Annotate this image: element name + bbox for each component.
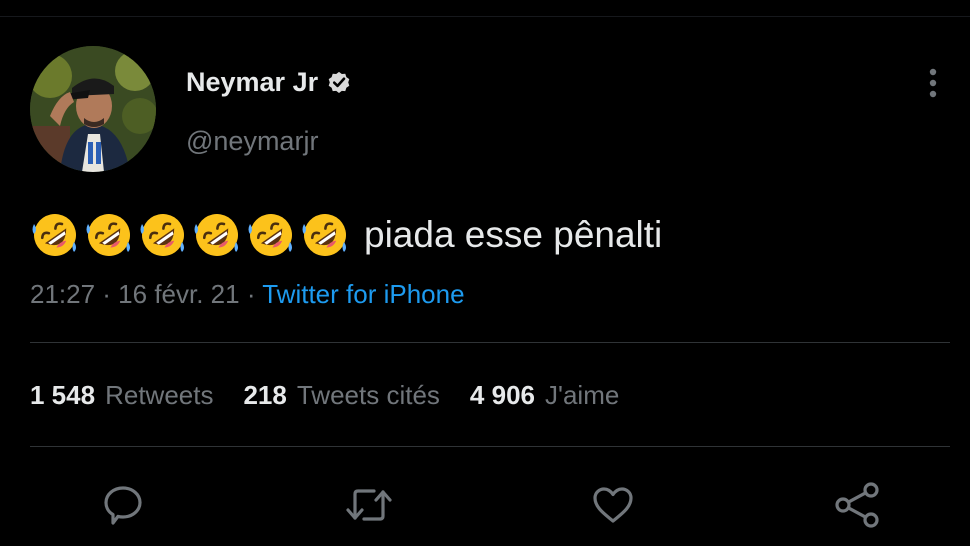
- avatar[interactable]: [30, 46, 156, 172]
- divider: [30, 342, 950, 343]
- tweet-source-link[interactable]: Twitter for iPhone: [262, 279, 464, 309]
- tweet-text: piada esse pênalti: [364, 214, 663, 255]
- comment-icon: [104, 486, 142, 525]
- tweet-body: piada esse pênalti: [30, 208, 662, 262]
- like-button[interactable]: [588, 480, 638, 530]
- retweets-count: 1 548: [30, 380, 96, 410]
- rofl-emoji-icon: [302, 214, 346, 256]
- top-divider: [0, 16, 970, 17]
- meta-separator: ·: [239, 279, 263, 309]
- quote-tweets-stat[interactable]: 218 Tweets cités: [243, 377, 439, 413]
- verified-badge-icon: [328, 71, 350, 93]
- share-icon: [835, 482, 879, 528]
- display-name[interactable]: Neymar Jr: [186, 64, 318, 100]
- likes-count: 4 906: [469, 380, 535, 410]
- retweets-label: Retweets: [105, 380, 214, 410]
- rofl-emoji-icon: [32, 214, 76, 256]
- rofl-emoji-icon: [248, 214, 292, 256]
- reply-button[interactable]: [98, 480, 148, 530]
- profile-photo-icon: [30, 46, 156, 172]
- rofl-emoji-icon: [140, 214, 184, 256]
- quote-tweets-count: 218: [243, 380, 287, 410]
- heart-icon: [593, 487, 633, 523]
- likes-stat[interactable]: 4 906 J'aime: [470, 377, 619, 413]
- author-handle[interactable]: @neymarjr: [186, 124, 318, 158]
- rofl-emoji-icon: [194, 214, 238, 256]
- tweet-timestamp[interactable]: 21:27 · 16 févr. 21: [30, 279, 240, 309]
- more-options-icon[interactable]: [920, 66, 946, 102]
- retweet-icon: [346, 489, 392, 521]
- retweet-button[interactable]: [344, 480, 394, 530]
- emoji-group: [30, 210, 350, 260]
- tweet-stats: 1 548 Retweets 218 Tweets cités 4 906 J'…: [30, 377, 619, 413]
- retweets-stat[interactable]: 1 548 Retweets: [30, 377, 213, 413]
- quote-tweets-label: Tweets cités: [296, 380, 440, 410]
- action-bar: [0, 480, 970, 530]
- likes-label: J'aime: [545, 380, 620, 410]
- divider: [30, 446, 950, 447]
- share-button[interactable]: [832, 480, 882, 530]
- tweet-meta: 21:27 · 16 févr. 21 · Twitter for iPhone: [30, 277, 465, 311]
- rofl-emoji-icon: [86, 214, 130, 256]
- author-name-row[interactable]: Neymar Jr: [186, 64, 352, 100]
